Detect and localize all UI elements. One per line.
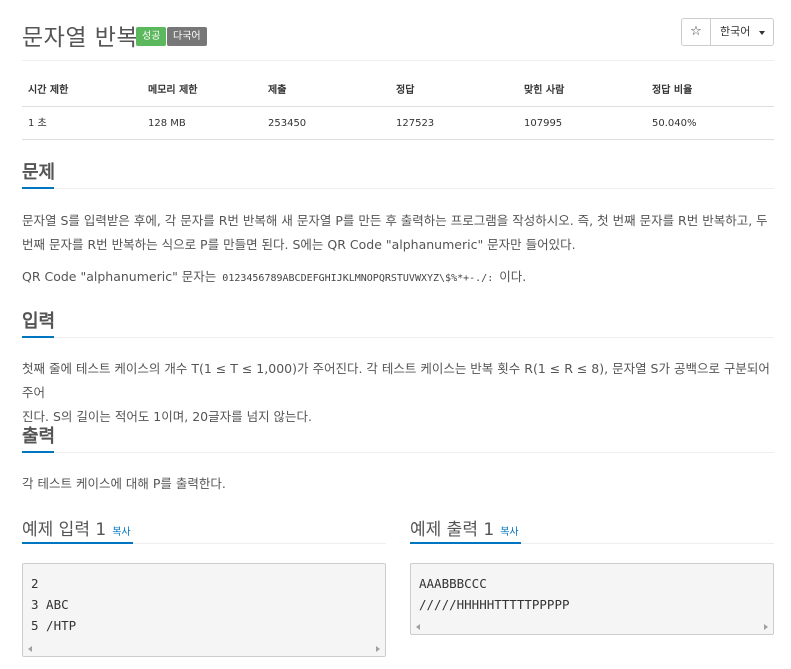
table-cell: 253450 <box>268 118 307 129</box>
section-title-input: 입력 <box>22 311 56 332</box>
scroll-right-icon[interactable] <box>764 624 768 630</box>
language-badge: 다국어 <box>167 27 207 46</box>
caret-down-icon <box>759 31 765 35</box>
alphanumeric-description: QR Code "alphanumeric" 문자는 0123456789ABCD… <box>22 265 772 291</box>
language-dropdown[interactable]: 한국어 <box>710 18 774 46</box>
table-cell: 127523 <box>396 118 435 129</box>
table-header-row: 시간 제한 메모리 제한 제출 정답 맞힌 사람 정답 비율 <box>22 74 774 107</box>
alphanumeric-suffix: 이다. <box>499 269 527 284</box>
table-header-cell: 제출 <box>268 85 287 96</box>
sample-output-line: AAABBBCCC <box>419 576 487 591</box>
input-description: 첫째 줄에 테스트 케이스의 개수 T(1 ≤ T ≤ 1,000)가 주어진다… <box>22 357 772 429</box>
copy-input-button[interactable]: 복사 <box>112 527 130 538</box>
problem-info-table: 시간 제한 메모리 제한 제출 정답 맞힌 사람 정답 비율 1 초 128 M… <box>22 74 774 140</box>
section-underline <box>410 542 521 544</box>
sample-output-title: 예제 출력 1 복사 <box>410 515 519 540</box>
section-divider <box>22 452 774 453</box>
page-title: 문자열 반복 <box>22 25 139 51</box>
language-dropdown-label: 한국어 <box>720 25 751 38</box>
scroll-left-icon[interactable] <box>416 624 420 630</box>
horizontal-scrollbar[interactable] <box>23 642 385 656</box>
section-title-problem: 문제 <box>22 162 56 183</box>
input-text-line: 진다. S의 길이는 적어도 1이며, 20글자를 넘지 않는다. <box>22 409 313 424</box>
table-cell: 1 초 <box>28 118 47 129</box>
status-badge: 성공 <box>136 27 167 46</box>
section-underline <box>22 336 54 338</box>
header-divider <box>22 60 774 61</box>
alphanumeric-code: 0123456789ABCDEFGHIJKLMNOPQRSTUVWXYZ\$%*… <box>222 273 494 284</box>
table-header-cell: 맞힌 사람 <box>524 85 565 96</box>
alphanumeric-prefix: QR Code "alphanumeric" 문자는 <box>22 269 217 284</box>
sample-output-box[interactable]: AAABBBCCC /////HHHHHTTTTTPPPPP <box>410 563 774 635</box>
section-underline <box>22 542 133 544</box>
table-header-cell: 정답 <box>396 85 415 96</box>
section-underline <box>22 187 54 189</box>
copy-output-button[interactable]: 복사 <box>500 527 518 538</box>
sample-input-box[interactable]: 2 3 ABC 5 /HTP <box>22 563 386 657</box>
star-icon: ☆ <box>690 24 702 39</box>
output-description: 각 테스트 케이스에 대해 P를 출력한다. <box>22 472 772 496</box>
section-title-output: 출력 <box>22 426 56 447</box>
problem-description: 문자열 S를 입력받은 후에, 각 문자를 R번 반복해 새 문자열 P를 만든… <box>22 209 772 257</box>
table-header-cell: 시간 제한 <box>28 85 69 96</box>
scroll-right-icon[interactable] <box>376 646 380 652</box>
sample-input-line: 2 <box>31 576 39 591</box>
problem-text-line: 번째 문자를 R번 반복하는 식으로 P를 만들면 된다. S에는 QR Cod… <box>22 237 576 252</box>
output-text-line: 각 테스트 케이스에 대해 P를 출력한다. <box>22 476 226 491</box>
table-cell: 128 MB <box>148 118 186 129</box>
sample-output-line: /////HHHHHTTTTTPPPPP <box>419 597 570 612</box>
table-header-cell: 메모리 제한 <box>148 85 198 96</box>
sample-input-line: 3 ABC <box>31 597 69 612</box>
problem-header: 문자열 반복 성공 다국어 ☆ 한국어 <box>22 14 774 58</box>
table-header-cell: 정답 비율 <box>652 85 693 96</box>
sample-output-heading: 예제 출력 1 <box>410 520 495 540</box>
star-button[interactable]: ☆ <box>681 18 711 46</box>
sample-input-heading: 예제 입력 1 <box>22 520 107 540</box>
table-cell: 50.040% <box>652 118 697 129</box>
scroll-left-icon[interactable] <box>28 646 32 652</box>
table-row: 1 초 128 MB 253450 127523 107995 50.040% <box>22 107 774 140</box>
section-divider <box>22 337 774 338</box>
sample-input-line: 5 /HTP <box>31 618 77 633</box>
table-cell: 107995 <box>524 118 563 129</box>
section-underline <box>22 451 54 453</box>
horizontal-scrollbar[interactable] <box>411 620 773 634</box>
section-divider <box>22 188 774 189</box>
problem-text-line: 문자열 S를 입력받은 후에, 각 문자를 R번 반복해 새 문자열 P를 만든… <box>22 213 768 228</box>
sample-input-title: 예제 입력 1 복사 <box>22 515 131 540</box>
input-text-line: 첫째 줄에 테스트 케이스의 개수 T(1 ≤ T ≤ 1,000)가 주어진다… <box>22 361 770 400</box>
